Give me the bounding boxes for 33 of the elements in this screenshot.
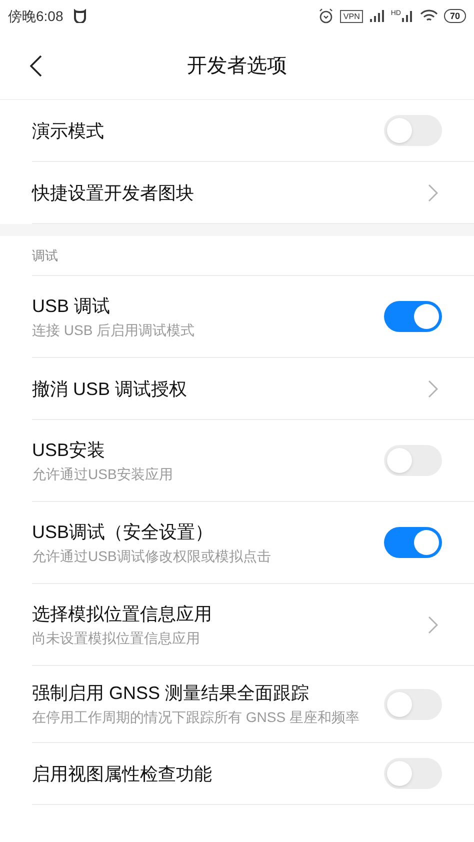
vpn-badge: VPN	[340, 10, 363, 22]
wifi-icon	[420, 9, 438, 23]
setting-title: USB安装	[32, 438, 106, 462]
signal-icon	[368, 10, 385, 22]
toggle-switch[interactable]	[384, 301, 442, 332]
setting-title: 强制启用 GNSS 测量结果全面跟踪	[32, 682, 310, 705]
setting-description: 允许通过USB调试修改权限或模拟点击	[32, 546, 272, 566]
chevron-right-icon	[428, 184, 438, 202]
setting-description: 在停用工作周期的情况下跟踪所有 GNSS 星座和频率	[32, 708, 360, 727]
section-label: 调试	[32, 246, 58, 265]
toggle-switch[interactable]	[384, 758, 442, 789]
battery-indicator: 70	[444, 9, 466, 23]
setting-title: 快捷设置开发者图块	[32, 182, 195, 204]
setting-title: USB调试（安全设置）	[32, 520, 214, 544]
alarm-icon	[318, 8, 334, 24]
page-title: 开发者选项	[187, 54, 287, 78]
mi-logo-icon	[73, 9, 88, 23]
setting-description: 连接 USB 后启用调试模式	[32, 320, 196, 340]
setting-title: 撤消 USB 调试授权	[32, 378, 188, 400]
toggle-switch[interactable]	[384, 688, 442, 720]
chevron-right-icon	[428, 616, 438, 634]
status-time: 傍晚6:08	[8, 6, 64, 26]
setting-title: 启用视图属性检查功能	[32, 762, 213, 786]
chevron-right-icon	[428, 380, 438, 398]
setting-title: 选择模拟位置信息应用	[32, 602, 213, 626]
setting-description: 允许通过USB安装应用	[32, 464, 174, 484]
toggle-switch[interactable]	[384, 445, 442, 476]
toggle-switch[interactable]	[384, 115, 442, 146]
setting-description: 尚未设置模拟位置信息应用	[32, 628, 201, 648]
setting-title: 演示模式	[32, 120, 105, 142]
toggle-switch[interactable]	[384, 527, 442, 558]
setting-title: USB 调试	[32, 294, 112, 318]
signal-icon	[402, 10, 414, 22]
